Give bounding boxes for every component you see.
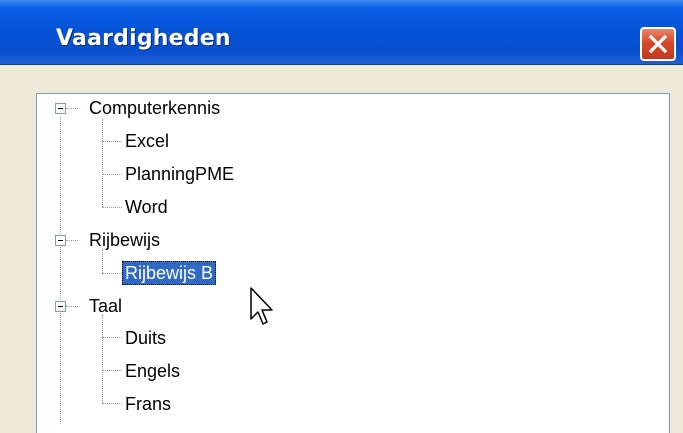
close-icon [648,34,668,54]
tree-node-excel[interactable]: Excel [125,129,169,153]
tree-branch-line [102,174,122,175]
window-title: Vaardigheden [56,26,231,51]
tree-node-duits[interactable]: Duits [125,326,166,350]
tree-branch-line [102,141,122,142]
tree-node-engels[interactable]: Engels [125,359,180,383]
tree-root-line [60,117,61,424]
tree-node-planningpme[interactable]: PlanningPME [125,162,234,186]
tree-node-rijbewijs-b[interactable]: Rijbewijs B [122,261,217,285]
tree-branch-line [102,403,122,404]
close-button[interactable] [640,27,676,61]
tree-branch-line [66,240,78,241]
tree-branch-line [102,370,122,371]
title-bar[interactable]: Vaardigheden [0,0,683,65]
tree-node-taal[interactable]: Taal [89,294,122,318]
collapse-icon[interactable] [55,235,66,246]
tree-node-frans[interactable]: Frans [125,392,171,416]
tree-branch-line [102,337,122,338]
tree-branch-line [66,306,78,307]
tree-branch-line [102,249,103,273]
tree-node-rijbewijs[interactable]: Rijbewijs [89,228,160,252]
tree-node-word[interactable]: Word [125,195,168,219]
tree-branch-line [66,108,78,109]
tree-branch-line [102,315,103,403]
tree-node-computerkennis[interactable]: Computerkennis [89,96,220,120]
collapse-icon[interactable] [55,103,66,114]
collapse-icon[interactable] [55,301,66,312]
mouse-pointer-icon [250,287,273,325]
skills-tree[interactable]: Computerkennis Excel PlanningPME Word Ri… [36,93,670,433]
tree-branch-line [102,119,103,207]
tree-branch-line [102,273,122,274]
tree-branch-line [102,207,122,208]
